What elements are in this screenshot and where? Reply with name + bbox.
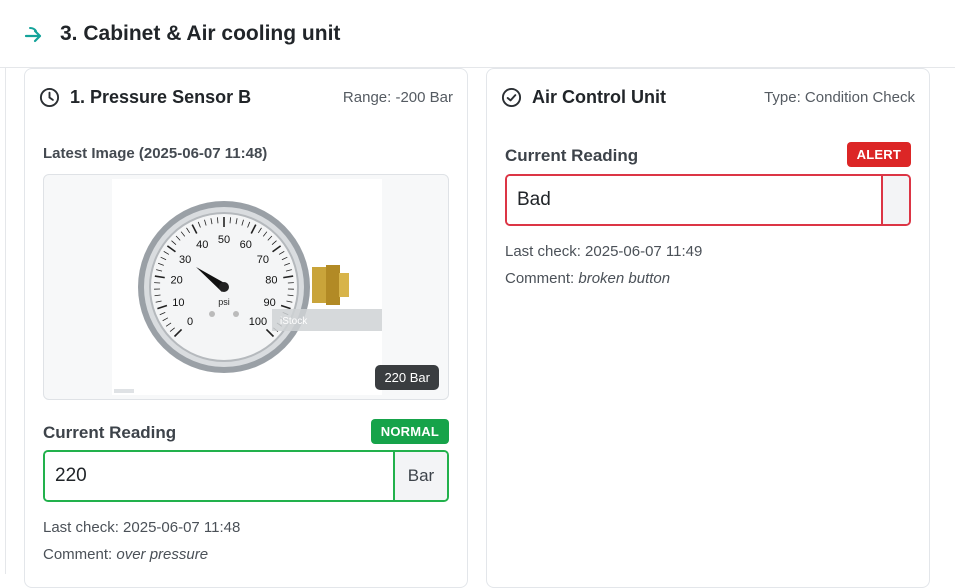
status-badge-alert: ALERT <box>847 142 911 167</box>
comment: Comment: broken button <box>505 270 670 287</box>
comment-text: over pressure <box>116 546 208 563</box>
sensor-image[interactable]: 010 20 30 40 50 60 70 80 90 100 psi iStock 220 Ba… <box>43 174 449 400</box>
reading-input-group: Bar <box>43 450 449 502</box>
gauge-tick-label: 100 <box>249 316 267 328</box>
gauge-unit: psi <box>218 297 230 307</box>
latest-image-label: Latest Image (2025-06-07 11:48) <box>43 145 267 162</box>
last-check: Last check: 2025-06-07 11:48 <box>43 519 240 536</box>
gauge-tick-label: 60 <box>240 239 252 251</box>
unit-addon: Bar <box>393 452 447 500</box>
status-badge-normal: NORMAL <box>371 419 449 444</box>
comment-label: Comment: <box>505 270 574 287</box>
gauge-tick-label: 50 <box>218 234 230 246</box>
last-check: Last check: 2025-06-07 11:49 <box>505 243 702 260</box>
gauge-tick-label: 10 <box>172 297 184 309</box>
image-value-badge: 220 Bar <box>375 365 439 390</box>
comment-text: broken button <box>578 270 670 287</box>
pressure-sensor-card: 1. Pressure Sensor B Range: -200 Bar Lat… <box>24 68 468 588</box>
reading-input-group <box>505 174 911 226</box>
check-circle-icon <box>501 87 522 108</box>
gauge-tick-label: 30 <box>179 254 191 266</box>
gauge-tick-label: 90 <box>264 297 276 309</box>
card-header: Air Control Unit Type: Condition Check <box>487 69 929 125</box>
card-title: 1. Pressure Sensor B <box>70 87 251 108</box>
air-control-card: Air Control Unit Type: Condition Check C… <box>486 68 930 588</box>
range-label: Range: -200 Bar <box>343 89 453 106</box>
current-reading-label: Current Reading <box>43 423 176 443</box>
gauge-tick-label: 40 <box>196 239 208 251</box>
section-title: 3. Cabinet & Air cooling unit <box>60 22 340 46</box>
section-header: 3. Cabinet & Air cooling unit <box>0 0 955 68</box>
card-title: Air Control Unit <box>532 87 666 108</box>
comment-label: Comment: <box>43 546 112 563</box>
reading-input[interactable] <box>507 176 881 224</box>
type-label: Type: Condition Check <box>764 89 915 106</box>
gauge-tick-label: 70 <box>257 254 269 266</box>
watermark-text: iStock <box>280 316 308 327</box>
input-addon[interactable] <box>881 176 909 224</box>
reading-input[interactable] <box>45 452 393 500</box>
gauge-tick <box>217 217 218 223</box>
current-reading-label: Current Reading <box>505 146 638 166</box>
section-frame <box>5 68 6 574</box>
gauge-tick-label: 80 <box>265 274 277 286</box>
gauge-tick-label: 20 <box>170 274 182 286</box>
gauge-tick <box>230 217 231 223</box>
comment: Comment: over pressure <box>43 546 208 563</box>
gauge-photo: 010 20 30 40 50 60 70 80 90 100 psi iStock <box>112 179 382 395</box>
arrow-right-icon <box>24 24 44 44</box>
clock-icon <box>39 87 60 108</box>
gauge-tick-label: 0 <box>187 316 193 328</box>
card-header: 1. Pressure Sensor B Range: -200 Bar <box>25 69 467 125</box>
